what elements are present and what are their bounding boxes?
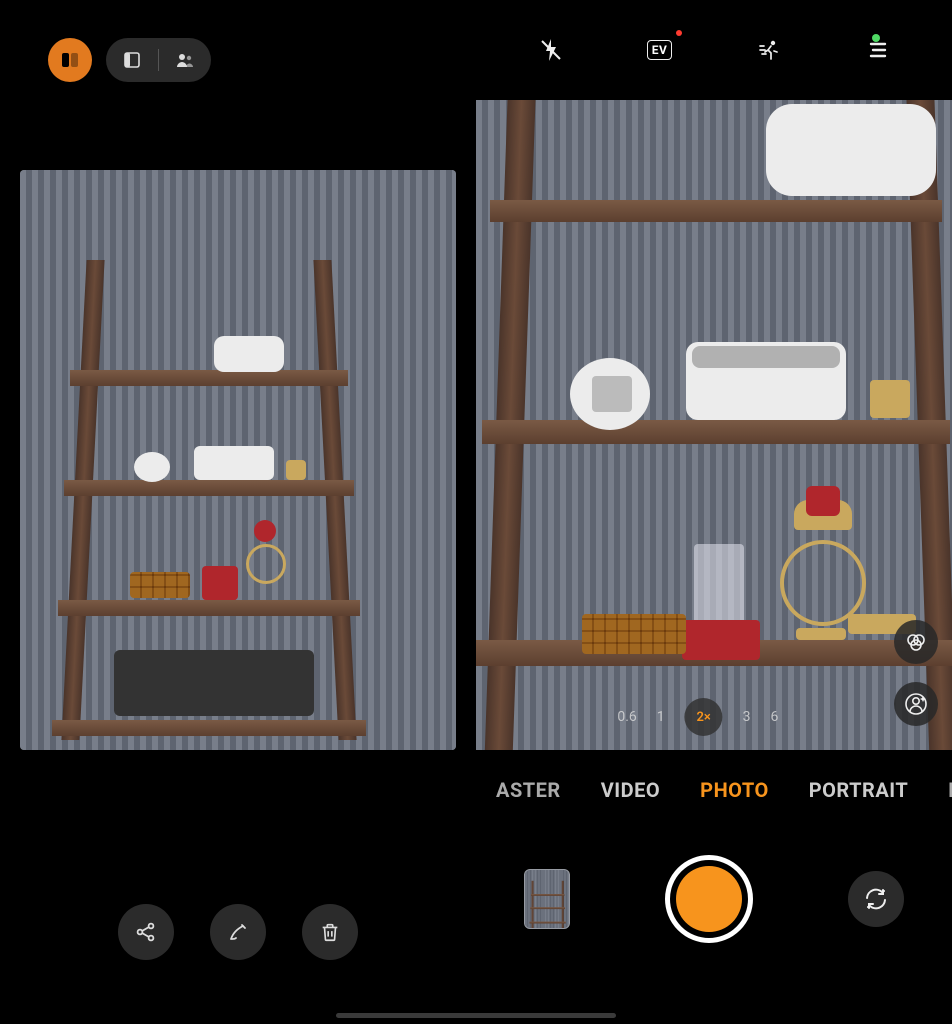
exposure-button[interactable]: EV	[642, 32, 678, 68]
shutter-button[interactable]	[665, 855, 753, 943]
ai-portrait-button[interactable]	[894, 682, 938, 726]
divider	[158, 49, 159, 71]
review-image[interactable]	[20, 170, 456, 750]
mode-photo[interactable]: PHOTO	[700, 778, 769, 802]
ai-portrait-icon	[904, 692, 928, 716]
zoom-selector[interactable]: 0.6 1 2× 3 6	[617, 698, 778, 736]
mode-more[interactable]: M	[948, 778, 952, 802]
shutter-inner	[676, 866, 742, 932]
zoom-level-1[interactable]: 1	[657, 709, 665, 725]
flash-off-icon	[539, 37, 563, 63]
camera-pane: EV	[476, 0, 952, 1024]
delete-button[interactable]	[302, 904, 358, 960]
mode-portrait[interactable]: PORTRAIT	[809, 778, 909, 802]
zoom-level-2[interactable]: 2×	[685, 698, 723, 736]
review-pane	[0, 0, 476, 1024]
camera-viewfinder[interactable]: 0.6 1 2× 3 6	[476, 100, 952, 750]
edit-button[interactable]	[210, 904, 266, 960]
ev-indicator-dot	[676, 30, 682, 36]
gallery-thumbnail[interactable]	[524, 869, 570, 929]
review-mode-pill[interactable]	[106, 38, 211, 82]
camera-mode-selector[interactable]: ASTER VIDEO PHOTO PORTRAIT M	[476, 760, 952, 820]
camera-menu-button[interactable]	[860, 32, 896, 68]
camera-top-toolbar: EV	[476, 0, 952, 100]
motion-icon	[755, 38, 783, 62]
person-icon	[173, 48, 197, 72]
mode-video[interactable]: VIDEO	[601, 778, 660, 802]
home-indicator[interactable]	[336, 1013, 616, 1018]
share-button[interactable]	[118, 904, 174, 960]
filters-button[interactable]	[894, 620, 938, 664]
trash-icon	[319, 921, 341, 943]
mode-master[interactable]: ASTER	[496, 778, 561, 802]
split-view-icon	[60, 50, 80, 70]
flash-toggle[interactable]	[533, 32, 569, 68]
switch-camera-icon	[863, 886, 889, 912]
zoom-level-3[interactable]: 3	[743, 709, 751, 725]
filters-icon	[904, 630, 928, 654]
review-bottom-toolbar	[0, 824, 476, 1024]
shutter-row	[476, 854, 952, 944]
switch-camera-button[interactable]	[848, 871, 904, 927]
review-top-toolbar	[0, 0, 476, 120]
ev-icon: EV	[647, 40, 673, 60]
share-icon	[134, 920, 158, 944]
split-view-toggle[interactable]	[48, 38, 92, 82]
zoom-level-0[interactable]: 0.6	[617, 709, 636, 725]
zoom-level-4[interactable]: 6	[771, 709, 779, 725]
rectangle-icon	[120, 48, 144, 72]
menu-icon	[867, 41, 889, 59]
motion-toggle[interactable]	[751, 32, 787, 68]
edit-icon	[226, 920, 250, 944]
